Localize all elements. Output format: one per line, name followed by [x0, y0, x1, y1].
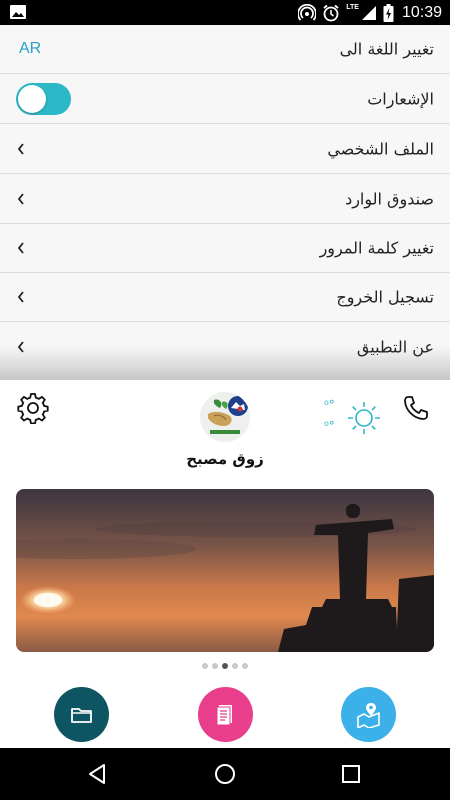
folder-button[interactable] — [54, 687, 109, 742]
navigation-bar — [0, 748, 450, 800]
hotspot-icon — [298, 3, 317, 21]
chevron-left-icon — [17, 143, 24, 155]
temp-low: ⁰° — [324, 419, 335, 433]
carousel-dot[interactable] — [232, 663, 238, 669]
home-panel: ⁰° ⁰° زوق مصبح — [0, 380, 450, 748]
chevron-left-icon — [17, 242, 24, 254]
settings-list: تغيير اللغة الى AR الإشعارات الملف الشخص… — [0, 25, 450, 380]
notifications-label: الإشعارات — [367, 89, 434, 109]
status-bar: LTE 10:39 — [0, 0, 450, 25]
settings-item-label: تسجيل الخروج — [336, 287, 434, 307]
language-value[interactable]: AR — [19, 40, 41, 58]
notifications-toggle[interactable] — [16, 83, 71, 115]
sun-icon — [348, 402, 380, 434]
language-label: تغيير اللغة الى — [339, 39, 434, 59]
folder-icon — [71, 708, 92, 723]
settings-item-profile[interactable]: الملف الشخصي — [0, 125, 450, 174]
carousel-banner[interactable] — [16, 489, 434, 652]
back-icon[interactable] — [86, 762, 110, 786]
language-row[interactable]: تغيير اللغة الى AR — [0, 25, 450, 74]
phone-icon[interactable] — [402, 394, 430, 422]
clock: 10:39 — [401, 3, 442, 21]
image-icon — [10, 5, 26, 19]
chevron-left-icon — [17, 291, 24, 303]
settings-item-inbox[interactable]: صندوق الوارد — [0, 175, 450, 224]
temp-high: ⁰° — [324, 398, 335, 412]
weather-widget: ⁰° ⁰° — [322, 398, 382, 438]
toggle-knob — [18, 85, 46, 113]
alarm-icon — [323, 4, 339, 21]
home-icon[interactable] — [213, 762, 237, 786]
signal-icon — [361, 5, 376, 20]
page-title: زوق مصبح — [186, 450, 264, 468]
carousel-dot[interactable] — [212, 663, 218, 669]
app-logo — [200, 392, 250, 442]
gear-icon[interactable] — [17, 392, 49, 424]
carousel-dot-active[interactable] — [222, 663, 228, 669]
sunset-statue-photo — [16, 489, 434, 652]
document-button[interactable] — [198, 687, 253, 742]
settings-item-label: الملف الشخصي — [327, 139, 434, 159]
settings-item-change-password[interactable]: تغيير كلمة المرور — [0, 224, 450, 273]
document-icon — [216, 705, 232, 726]
carousel-dot[interactable] — [202, 663, 208, 669]
chevron-left-icon — [17, 193, 24, 205]
notifications-row: الإشعارات — [0, 75, 450, 124]
settings-item-label: صندوق الوارد — [345, 189, 434, 209]
settings-item-logout[interactable]: تسجيل الخروج — [0, 273, 450, 322]
recents-icon[interactable] — [339, 762, 363, 786]
battery-charging-icon — [383, 3, 394, 22]
settings-item-label: تغيير كلمة المرور — [319, 238, 434, 258]
carousel-indicator — [0, 663, 450, 671]
map-button[interactable] — [341, 687, 396, 742]
network-type-label: LTE — [346, 4, 359, 11]
map-pin-icon — [357, 703, 380, 728]
carousel-dot[interactable] — [242, 663, 248, 669]
panel-shadow — [0, 346, 450, 380]
